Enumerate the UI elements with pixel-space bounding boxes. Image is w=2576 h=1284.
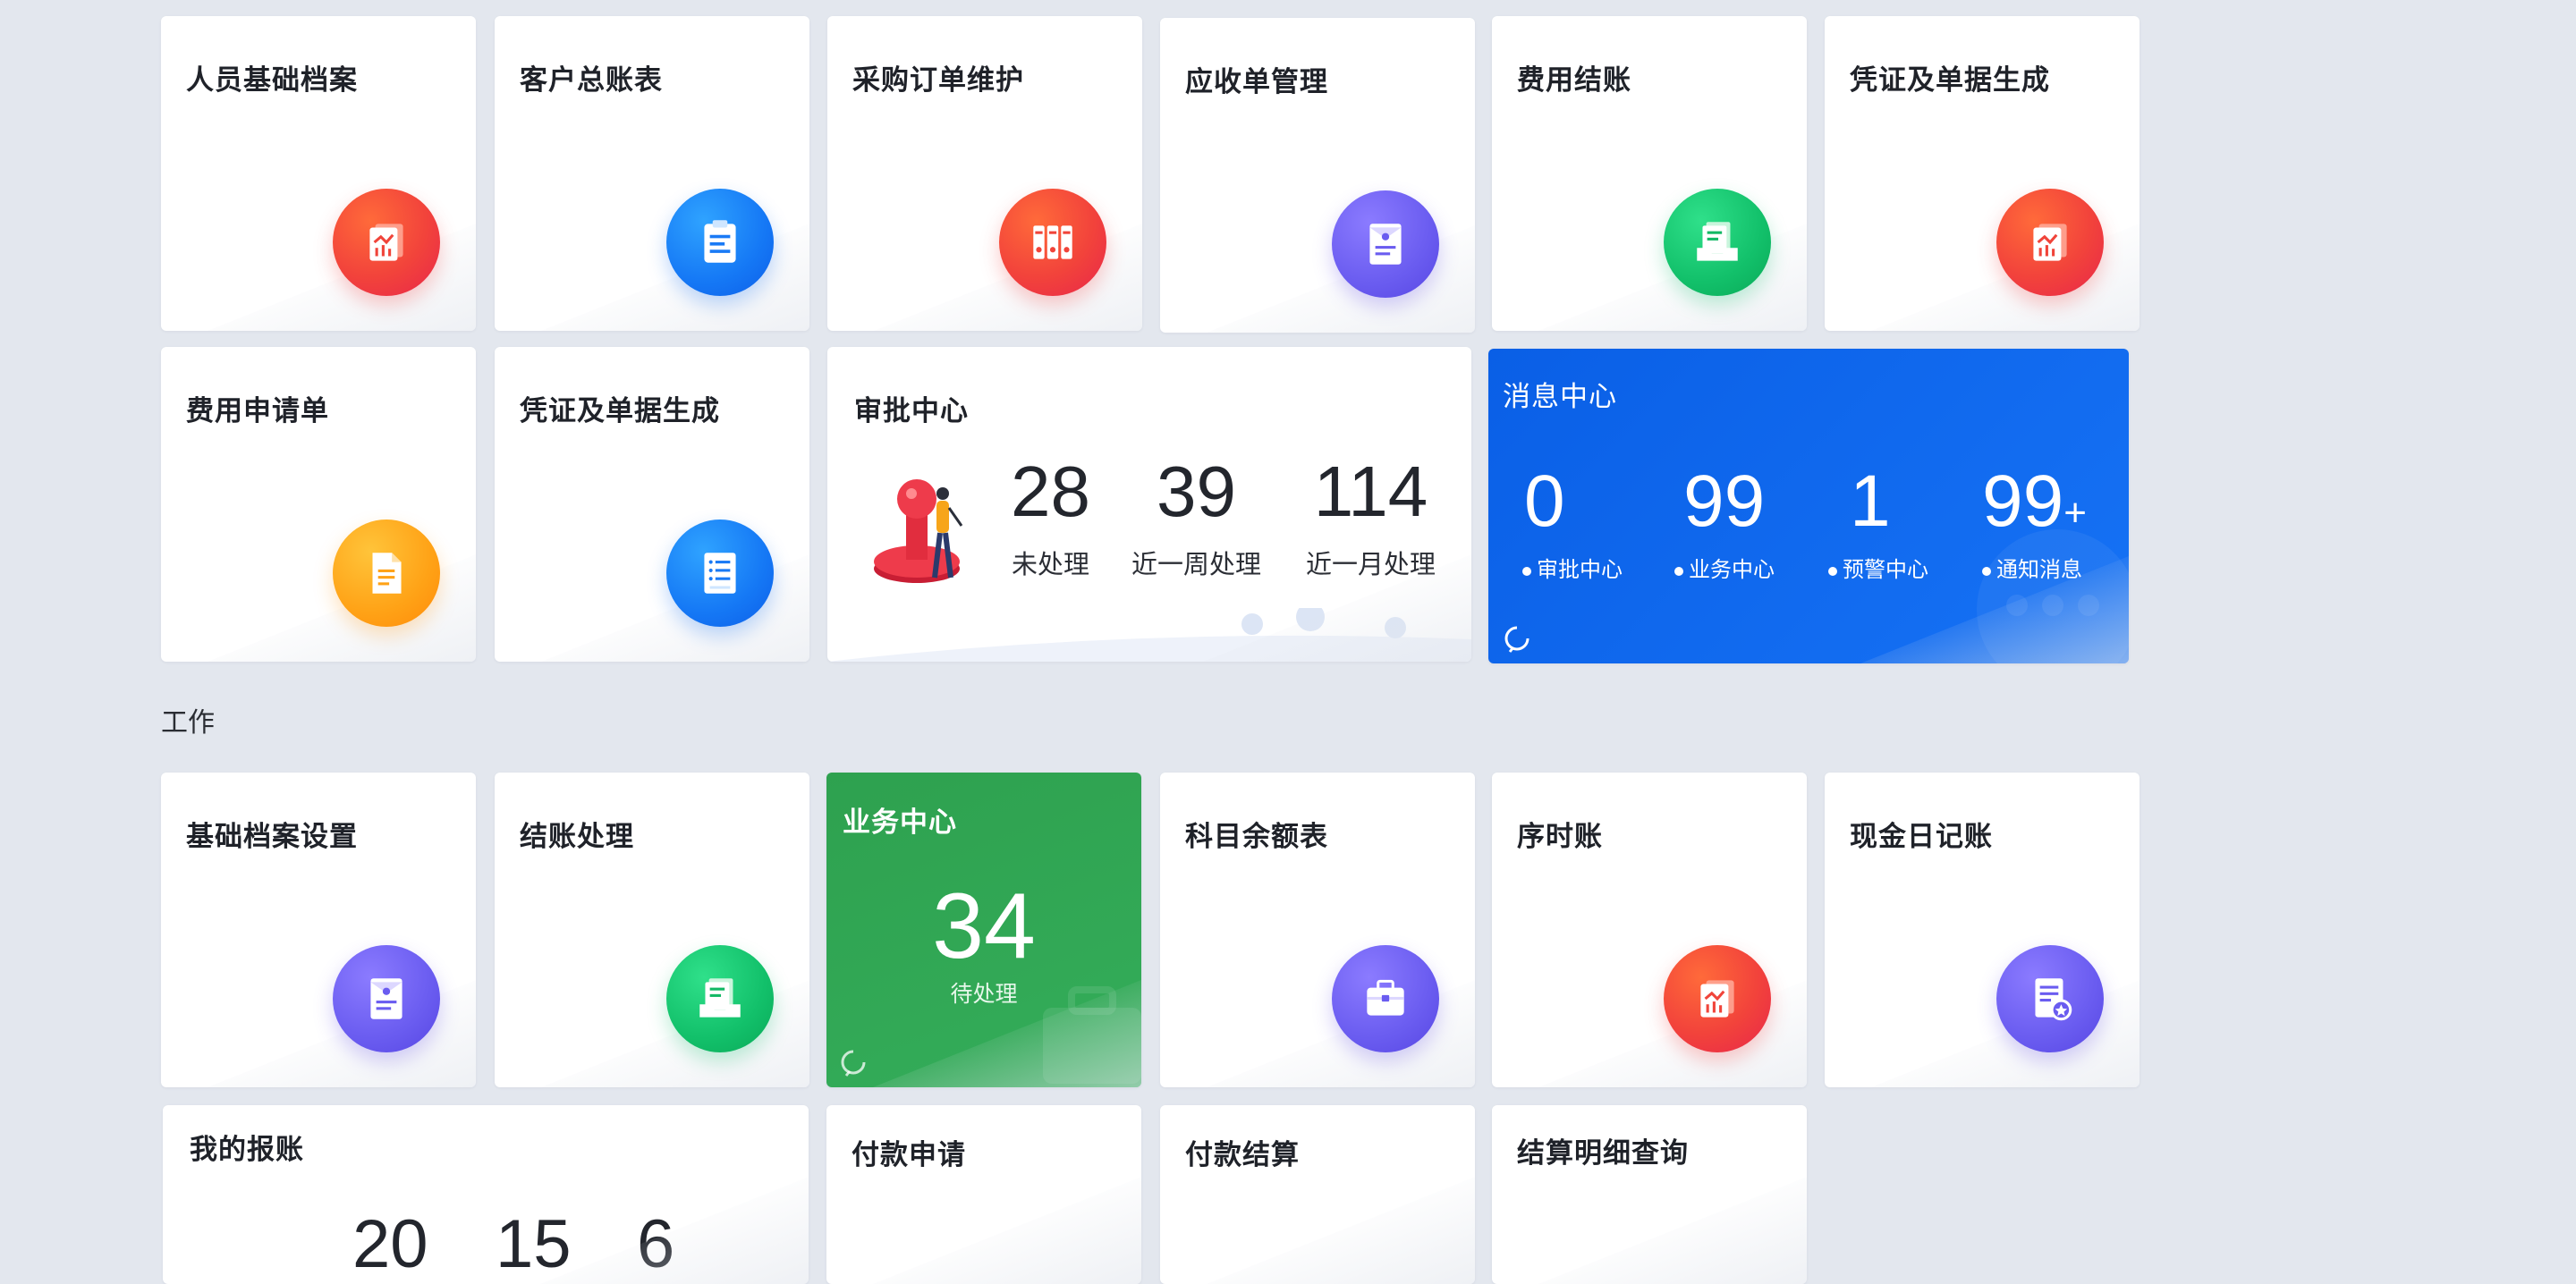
message-center-card[interactable]: 消息中心 0 审批中心 99 业务中心 1 预警中心 99+ 通知消息 [1488,349,2129,663]
msg-value-approval: 0 [1524,460,1565,542]
msg-label-notice[interactable]: 通知消息 [1982,552,2082,583]
tile-account-balance[interactable]: 科目余额表 [1160,773,1475,1087]
expense-stat-value: 15 [496,1206,572,1282]
approval-center-title: 审批中心 [854,395,969,427]
tile-expense-settlement[interactable]: 费用结账 [1492,16,1807,331]
document-icon [333,520,440,627]
msg-label-approval[interactable]: 审批中心 [1522,552,1623,583]
tile-voucher-generation-2[interactable]: 凭证及单据生成 [495,347,809,662]
tile-title: 凭证及单据生成 [520,395,720,427]
expense-stat-value: 6 [637,1206,675,1282]
chat-bubble-decoration-icon [1977,529,2129,663]
tray-doc-icon [666,945,774,1052]
approval-center-card[interactable]: 审批中心 28 未处理 39 近一周处理 114 近一月处理 [827,347,1471,662]
cloud-decoration-icon [827,608,1471,662]
briefcase-icon [1332,945,1439,1052]
tray-doc-icon [1664,189,1771,296]
approval-stat-month[interactable]: 114 近一月处理 [1306,456,1436,581]
msg-value-notice-number: 99 [1982,460,2064,542]
msg-value-notice-suffix: + [2063,491,2087,535]
stat-label: 未处理 [1011,551,1089,579]
binders-icon [999,189,1106,296]
msg-value-notice: 99+ [1982,465,2087,538]
tile-basic-archive-settings[interactable]: 基础档案设置 [161,773,476,1087]
list-doc-icon [666,520,774,627]
tile-purchase-order[interactable]: 采购订单维护 [827,16,1142,331]
tile-expense-application[interactable]: 费用申请单 [161,347,476,662]
stat-label: 近一月处理 [1306,551,1436,579]
envelope-doc-icon [333,945,440,1052]
business-pending-label: 待处理 [950,982,1018,1007]
my-expense-card[interactable]: 我的报账 20 15 6 [163,1105,809,1284]
tile-title: 费用结账 [1517,64,1631,96]
msg-label-warning[interactable]: 预警中心 [1828,552,1928,583]
tile-title: 采购订单维护 [852,64,1024,96]
tile-title: 结算明细查询 [1517,1137,1689,1169]
tile-title: 应收单管理 [1185,66,1328,97]
tile-title: 人员基础档案 [186,64,358,96]
business-pending-count: 34 [932,874,1036,978]
tile-customer-ledger[interactable]: 客户总账表 [495,16,809,331]
tile-voucher-generation[interactable]: 凭证及单据生成 [1825,16,2140,331]
stat-value: 28 [1011,452,1090,531]
msg-label-business[interactable]: 业务中心 [1674,552,1775,583]
chart-doc-icon [1664,945,1771,1052]
stat-value: 39 [1157,452,1236,531]
refresh-icon[interactable] [1501,622,1533,655]
chart-doc-icon [333,189,440,296]
tile-payment-settlement[interactable]: 付款结算 [1160,1105,1475,1284]
section-title-work: 工作 [161,708,215,738]
star-doc-icon [1996,945,2104,1052]
business-center-card[interactable]: 业务中心 34 待处理 [826,773,1141,1087]
envelope-doc-icon [1332,190,1439,298]
tile-receivables[interactable]: 应收单管理 [1160,18,1475,333]
expense-stat-value: 20 [352,1206,428,1282]
approval-stat-week[interactable]: 39 近一周处理 [1131,456,1261,581]
tile-title: 基础档案设置 [186,821,358,852]
message-center-title: 消息中心 [1503,381,1617,412]
tile-chronological-ledger[interactable]: 序时账 [1492,773,1807,1087]
tile-title: 科目余额表 [1185,821,1328,852]
tile-title: 客户总账表 [520,64,663,96]
msg-value-business: 99 [1683,460,1766,542]
tile-title: 付款申请 [852,1139,966,1170]
tile-personnel-archive[interactable]: 人员基础档案 [161,16,476,331]
tile-title: 结账处理 [520,821,634,852]
tile-cash-journal[interactable]: 现金日记账 [1825,773,2140,1087]
stat-value: 114 [1313,452,1428,531]
stat-label: 近一周处理 [1131,551,1262,579]
tile-settlement-detail-query[interactable]: 结算明细查询 [1492,1105,1807,1284]
my-expense-title: 我的报账 [190,1134,304,1165]
business-center-title: 业务中心 [843,807,957,838]
tile-title: 现金日记账 [1850,821,1993,852]
msg-value-warning: 1 [1850,460,1891,542]
chart-doc-icon [1996,189,2104,296]
clipboard-icon [666,189,774,296]
tile-title: 费用申请单 [186,395,329,427]
tile-title: 凭证及单据生成 [1850,64,2050,96]
tile-title: 序时账 [1517,821,1603,852]
refresh-icon[interactable] [837,1046,869,1078]
stamp-illustration-icon [874,479,963,583]
tile-payment-request[interactable]: 付款申请 [826,1105,1141,1284]
approval-stat-pending[interactable]: 28 未处理 [1011,456,1090,581]
tile-title: 付款结算 [1185,1139,1300,1170]
tile-closing-process[interactable]: 结账处理 [495,773,809,1087]
